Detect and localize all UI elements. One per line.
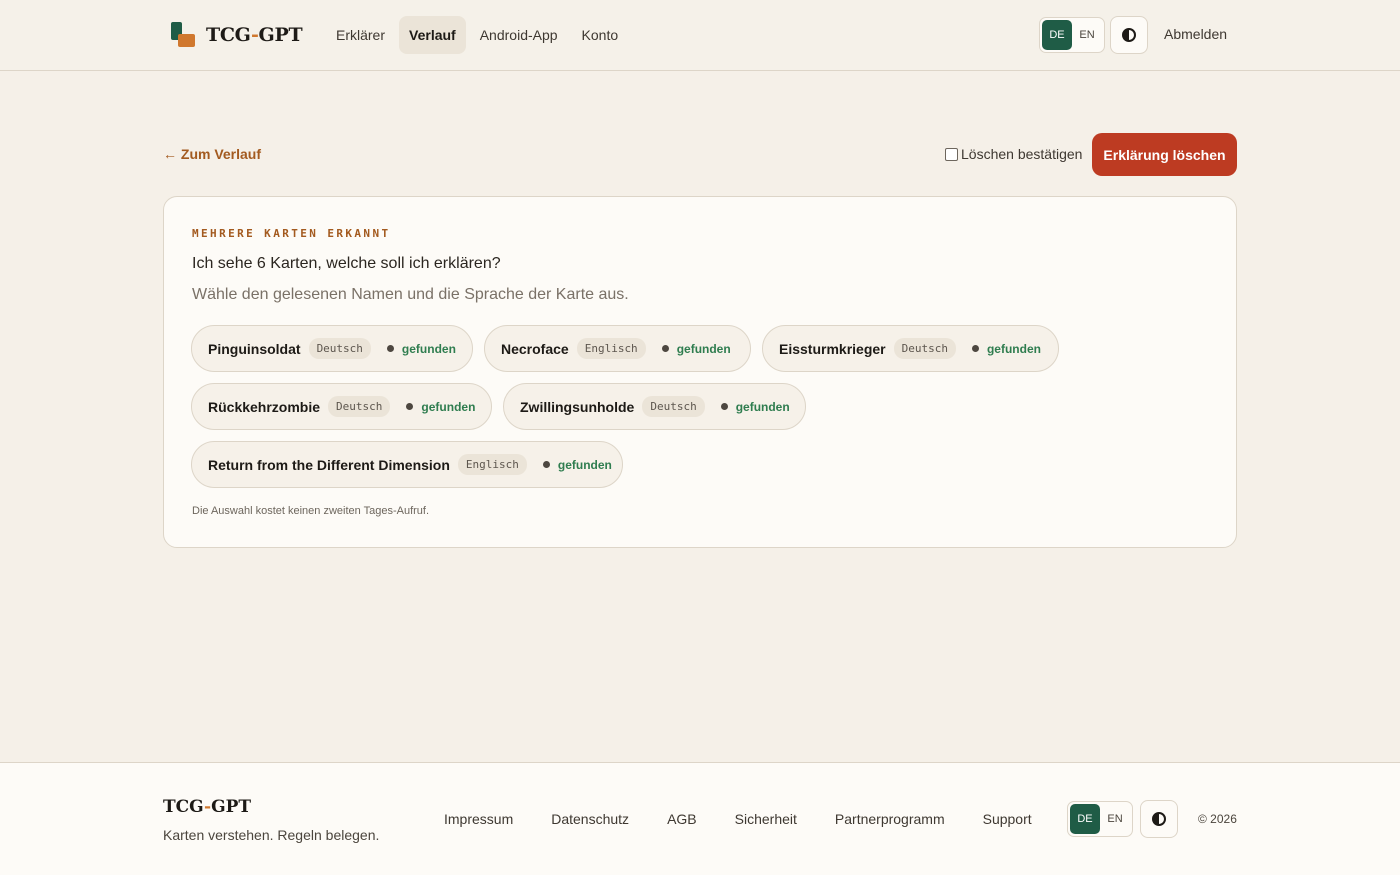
confirm-delete-label[interactable]: Löschen bestätigen (961, 146, 1082, 162)
back-to-history-link[interactable]: ← Zum Verlauf (163, 146, 261, 162)
status-dot-icon (386, 345, 394, 352)
panel-question: Ich sehe 6 Karten, welche soll ich erklä… (192, 255, 501, 272)
lang-en-button[interactable]: EN (1072, 20, 1102, 50)
card-option[interactable]: Pinguinsoldat Deutsch gefunden (191, 325, 473, 372)
logo-icon (170, 22, 196, 48)
footer-lang-en-button[interactable]: EN (1100, 804, 1130, 834)
card-selection-panel: MEHRERE KARTEN ERKANNT Ich sehe 6 Karten… (163, 196, 1237, 548)
footer-language-switch: DE EN (1067, 801, 1133, 837)
card-status: gefunden (557, 457, 612, 472)
status-dot-icon (406, 403, 414, 410)
logout-link[interactable]: Abmelden (1164, 26, 1227, 42)
card-name: Necroface (501, 340, 569, 357)
status-dot-icon (971, 345, 979, 352)
brand-name: TCG-GPT (206, 24, 303, 46)
confirm-delete-control: Löschen bestätigen (945, 146, 1082, 162)
card-status: gefunden (735, 399, 790, 414)
card-option[interactable]: Eissturmkrieger Deutsch gefunden (762, 325, 1059, 372)
footer-links: Impressum Datenschutz AGB Sicherheit Par… (444, 811, 1070, 827)
footer-tagline: Karten verstehen. Regeln belegen. (163, 827, 380, 843)
panel-hint: Wähle den gelesenen Namen und die Sprach… (192, 286, 629, 303)
card-option[interactable]: Zwillingsunholde Deutsch gefunden (503, 383, 806, 430)
card-name: Return from the Different Dimension (208, 456, 450, 473)
nav-item-verlauf[interactable]: Verlauf (399, 16, 466, 54)
footer-lang-de-button[interactable]: DE (1070, 804, 1100, 834)
site-footer: TCG-GPT Karten verstehen. Regeln belegen… (0, 762, 1400, 875)
status-dot-icon (542, 461, 550, 468)
footer-link-datenschutz[interactable]: Datenschutz (551, 811, 629, 827)
contrast-icon (1122, 28, 1136, 42)
card-option[interactable]: Necroface Englisch gefunden (484, 325, 751, 372)
copyright: © 2026 (1198, 812, 1237, 826)
language-switch: DE EN (1039, 17, 1105, 53)
card-status: gefunden (421, 399, 476, 414)
footer-theme-toggle-button[interactable] (1140, 800, 1178, 838)
panel-eyebrow: MEHRERE KARTEN ERKANNT (192, 227, 391, 240)
footer-link-support[interactable]: Support (983, 811, 1032, 827)
brand-logo-link[interactable]: TCG-GPT (170, 22, 303, 48)
card-language-badge: Deutsch (893, 338, 956, 359)
card-name: Rückkehrzombie (208, 398, 321, 415)
status-dot-icon (720, 403, 728, 410)
confirm-delete-checkbox[interactable] (945, 147, 958, 161)
footer-brand[interactable]: TCG-GPT (163, 797, 251, 817)
card-option[interactable]: Rückkehrzombie Deutsch gefunden (191, 383, 492, 430)
card-name: Pinguinsoldat (208, 340, 301, 357)
status-dot-icon (661, 345, 669, 352)
card-language-badge: Deutsch (308, 338, 371, 359)
card-option[interactable]: Return from the Different Dimension Engl… (191, 441, 623, 488)
footer-link-partnerprogramm[interactable]: Partnerprogramm (835, 811, 945, 827)
nav-item-konto[interactable]: Konto (572, 16, 629, 54)
card-language-badge: Englisch (457, 454, 527, 475)
card-name: Eissturmkrieger (779, 340, 886, 357)
nav-item-erklaerer[interactable]: Erklärer (326, 16, 395, 54)
delete-explanation-button[interactable]: Erklärung löschen (1092, 133, 1237, 176)
card-status: gefunden (401, 341, 456, 356)
footer-link-sicherheit[interactable]: Sicherheit (735, 811, 797, 827)
main-nav: Erklärer Verlauf Android-App Konto (326, 16, 632, 54)
card-status: gefunden (676, 341, 731, 356)
card-language-badge: Deutsch (328, 396, 391, 417)
footer-link-agb[interactable]: AGB (667, 811, 697, 827)
card-name: Zwillingsunholde (520, 398, 635, 415)
contrast-icon (1152, 812, 1166, 826)
card-language-badge: Deutsch (642, 396, 705, 417)
panel-footnote: Die Auswahl kostet keinen zweiten Tages-… (192, 505, 430, 517)
lang-de-button[interactable]: DE (1042, 20, 1072, 50)
nav-item-android-app[interactable]: Android-App (470, 16, 568, 54)
card-language-badge: Englisch (576, 338, 646, 359)
footer-link-impressum[interactable]: Impressum (444, 811, 513, 827)
theme-toggle-button[interactable] (1110, 16, 1148, 54)
top-header: TCG-GPT Erklärer Verlauf Android-App Kon… (0, 0, 1400, 71)
card-status: gefunden (986, 341, 1041, 356)
